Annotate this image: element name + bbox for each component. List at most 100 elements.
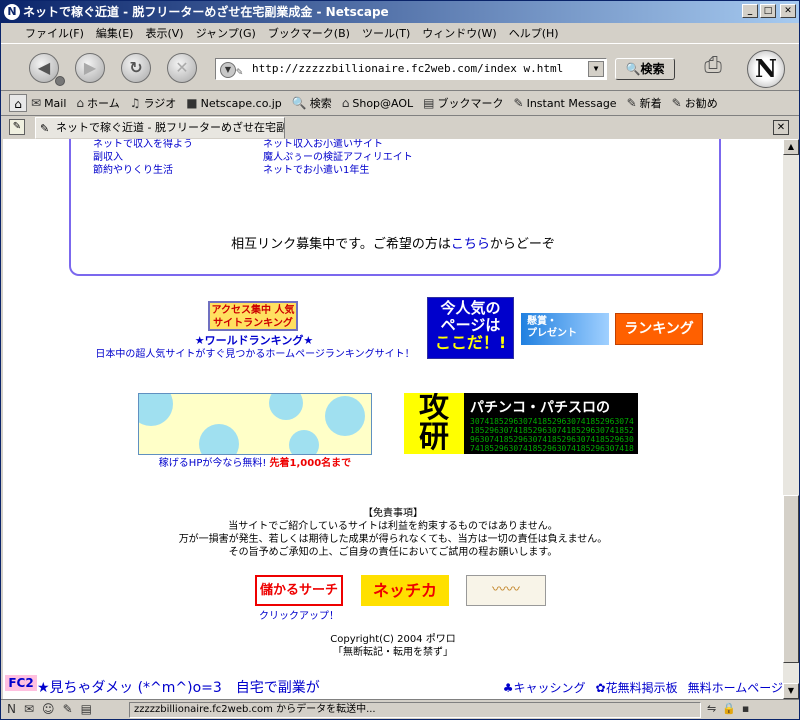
address-book-icon[interactable]: ▤ xyxy=(81,702,92,716)
bookmark-netscape[interactable]: ■ Netscape.co.jp xyxy=(186,96,282,110)
bookmark-im[interactable]: ✎ Instant Message xyxy=(514,96,617,110)
personal-toolbar: ✉ Mail ⌂ ホーム ♫ ラジオ ■ Netscape.co.jp 🔍 検索 ⌂ Sho… xyxy=(1,91,799,115)
status-bar: N ✉ ☺ ✎ ▤ zzzzzbillionaire.fc2web.com から… xyxy=(1,699,799,719)
bookmark-new[interactable]: ✎ 新着 xyxy=(627,95,662,111)
netscape-n-icon: N xyxy=(4,4,20,20)
link-right-3[interactable]: ネットでお小遣い1年生 xyxy=(263,165,369,177)
menu-edit[interactable]: 編集(E) xyxy=(90,25,140,41)
access-ranking-banner[interactable]: アクセス集中 人気サイトランキング xyxy=(208,301,298,331)
copyright: Copyright(C) 2004 ポワロ 「無断転記・転用を禁ず」 xyxy=(3,633,783,659)
bookmark-label: Shop@AOL xyxy=(352,96,414,110)
menu-go[interactable]: ジャンプ(G) xyxy=(190,25,262,41)
scroll-up-arrow-icon[interactable]: ▲ xyxy=(783,139,799,155)
ranking-banner[interactable]: ランキング xyxy=(615,313,703,345)
prize-banner[interactable]: 懸賞・ プレゼント xyxy=(521,313,609,345)
free-hp-banner[interactable] xyxy=(138,393,372,455)
url-text: http://zzzzzbillionaire.fc2web.com/index… xyxy=(252,62,564,75)
menu-view[interactable]: 表示(V) xyxy=(139,25,189,41)
fc2-logo[interactable]: FC2 xyxy=(5,675,37,691)
bookmark-label: お勧め xyxy=(684,97,718,110)
bookmark-bookmarks[interactable]: ▤ ブックマーク xyxy=(423,95,503,111)
back-dropdown-icon[interactable] xyxy=(55,76,65,86)
bookmark-search[interactable]: 🔍 検索 xyxy=(292,95,332,111)
ima-line1: 今人気の xyxy=(440,299,501,317)
popular-page-banner[interactable]: 今人気の ページは ここだ！! xyxy=(427,297,514,359)
link-left-2[interactable]: 副収入 xyxy=(93,152,123,164)
page-icon: ✎ xyxy=(236,65,243,78)
link-left-1[interactable]: ネットで収入を得よう xyxy=(93,139,193,151)
banner-dot xyxy=(269,394,303,420)
free-hp-caption[interactable]: 稼げるHPが今なら無料! 先着1,000名まで xyxy=(138,454,372,469)
window-controls: _ □ ✕ xyxy=(742,4,796,18)
moukaru-search-banner[interactable]: 儲かるサーチ xyxy=(255,575,343,606)
mutual-prefix: 相互リンク募集中です。ご希望の方は xyxy=(231,237,451,252)
bookmark-recommend[interactable]: ✎ お勧め xyxy=(672,95,718,111)
magnifier-icon: 🔍 xyxy=(291,96,307,110)
reload-button[interactable]: ↻ xyxy=(121,53,151,83)
search-button[interactable]: 🔍検索 xyxy=(615,58,675,80)
pachinko-banner[interactable]: 攻研 パチンコ・パチスロの 30741852963074185296307418… xyxy=(404,393,638,454)
forward-button[interactable]: ▶ xyxy=(75,53,105,83)
bookmark-label: ブックマーク xyxy=(437,97,504,110)
url-field[interactable]: ✎ http://zzzzzbillionaire.fc2web.com/ind… xyxy=(215,58,607,80)
cashing-link[interactable]: ♣キャッシング xyxy=(503,679,586,696)
menu-help[interactable]: ヘルプ(H) xyxy=(503,25,565,41)
vertical-scrollbar[interactable]: ▲ ▼ xyxy=(783,139,799,699)
menu-window[interactable]: ウィンドウ(W) xyxy=(416,25,502,41)
mail-icon: ✉ xyxy=(31,96,42,110)
minimize-button[interactable]: _ xyxy=(742,4,758,18)
im-icon[interactable]: ☺ xyxy=(42,702,55,716)
moukaru-caption[interactable]: クリックアップ！ xyxy=(255,607,343,622)
close-window-button[interactable]: ✕ xyxy=(780,4,796,18)
stop-button[interactable]: ✕ xyxy=(167,53,197,83)
scroll-down-arrow-icon[interactable]: ▼ xyxy=(783,683,799,699)
wave-banner[interactable]: 〰〰 xyxy=(466,575,546,606)
browser-window: N ネットで稼ぐ近道 - 脱フリーターめざせ在宅副業成金 - Netscape … xyxy=(0,0,800,720)
scroll-thumb[interactable] xyxy=(783,495,799,663)
tab-bar: ✎ ✎ ネットで稼ぐ近道 - 脱フリーターめざせ在宅副... ✕ xyxy=(1,115,799,139)
tab-label: ネットで稼ぐ近道 - 脱フリーターめざせ在宅副... xyxy=(56,121,285,134)
link-right-1[interactable]: ネット収入お小遣いサイト xyxy=(263,139,383,151)
progress-icon: ▪ xyxy=(741,702,750,715)
history-dropdown-icon[interactable]: ▼ xyxy=(220,62,236,78)
close-tab-button[interactable]: ✕ xyxy=(773,120,789,135)
netchika-banner[interactable]: ネッチカ xyxy=(361,575,449,606)
banner-dot xyxy=(325,396,365,436)
disclaimer-line: 万が一損害が発生、若しくは期待した成果が得られなくても、当方は一切の責任は負えま… xyxy=(178,534,608,545)
url-dropdown-icon[interactable]: ▼ xyxy=(588,61,604,77)
tab-current[interactable]: ✎ ネットで稼ぐ近道 - 脱フリーターめざせ在宅副... xyxy=(35,117,285,139)
netscape-logo[interactable]: N xyxy=(747,50,785,88)
copyright-note: 「無断転記・転用を禁ず」 xyxy=(333,647,453,658)
bookmark-label: ラジオ xyxy=(143,97,177,110)
menu-bookmarks[interactable]: ブックマーク(B) xyxy=(262,25,356,41)
bookmark-shop[interactable]: ⌂ Shop@AOL xyxy=(342,96,413,110)
maximize-button[interactable]: □ xyxy=(760,4,776,18)
lock-icon: 🔒 xyxy=(722,702,736,715)
composer-icon[interactable]: ✎ xyxy=(63,702,73,716)
status-text: zzzzzbillionaire.fc2web.com からデータを転送中... xyxy=(129,702,701,718)
mail-icon[interactable]: ✉ xyxy=(24,702,34,716)
fc2-footer-bar: FC2 ★見ちゃダメッ (*^m^)o=3 自宅で副業が ♣キャッシング ✿花無… xyxy=(3,675,783,699)
new-tab-icon[interactable]: ✎ xyxy=(9,119,25,135)
menu-file[interactable]: ファイル(F) xyxy=(19,25,90,41)
link-right-2[interactable]: 魔人ぷぅーの検証アフィリエイト xyxy=(263,152,413,164)
bag-icon: ♣ xyxy=(502,681,514,695)
bbs-link[interactable]: ✿花無料掲示板 xyxy=(596,679,678,696)
fc2-title-link[interactable]: ★見ちゃダメッ (*^m^)o=3 自宅で副業が xyxy=(37,677,320,697)
link-left-3[interactable]: 節約やりくり生活 xyxy=(93,165,173,177)
world-ranking-desc[interactable]: 日本中の超人気サイトがすぐ見つかるホームページランキングサイト！ xyxy=(85,345,425,360)
bookmark-home[interactable]: ⌂ ホーム xyxy=(76,95,119,111)
print-icon[interactable]: ⎙ xyxy=(699,52,727,80)
bookmark-mail[interactable]: ✉ Mail xyxy=(31,96,66,110)
page-content: ネットで収入を得よう 副収入 節約やりくり生活 ネット収入お小遣いサイト 魔人ぷ… xyxy=(3,139,783,699)
bookmark-label: Netscape.co.jp xyxy=(200,96,282,110)
free-homepage-link[interactable]: 無料ホームページ xyxy=(688,679,783,696)
bookmark-label: Mail xyxy=(44,96,67,110)
pachi-text: パチンコ・パチスロの xyxy=(470,400,610,416)
online-icon: ⇋ xyxy=(707,702,717,715)
status-indicators: ⇋ 🔒 ▪ xyxy=(707,702,749,715)
menu-tools[interactable]: ツール(T) xyxy=(356,25,416,41)
navigator-icon[interactable]: N xyxy=(7,702,16,716)
bookmark-radio[interactable]: ♫ ラジオ xyxy=(130,95,177,111)
mutual-link[interactable]: こちら xyxy=(451,237,490,252)
